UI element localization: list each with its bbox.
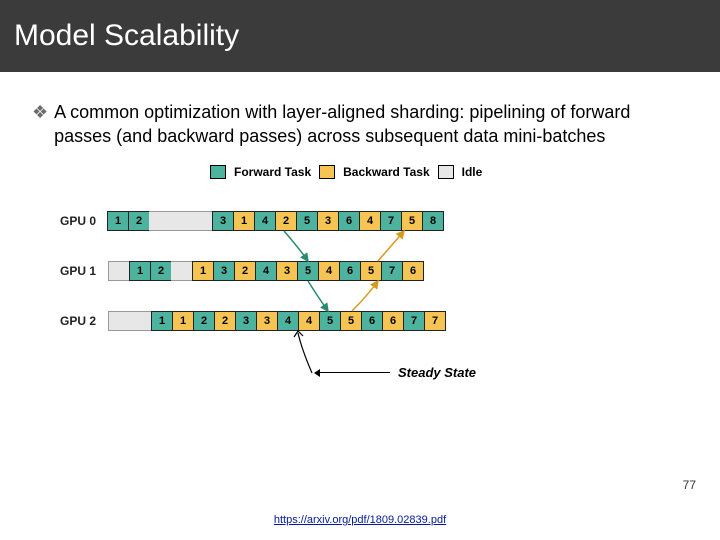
bullet-text: A common optimization with layer-aligned…: [54, 100, 688, 149]
forward-cell: 7: [380, 211, 402, 231]
forward-cell: 2: [128, 211, 150, 231]
backward-cell: 5: [340, 311, 362, 331]
legend-label-forward: Forward Task: [234, 165, 311, 179]
backward-cell: 4: [359, 211, 381, 231]
backward-cell: 2: [214, 311, 236, 331]
forward-cell: 2: [150, 261, 172, 281]
gpu-row-1: GPU 1 1213243546576: [60, 261, 424, 281]
forward-cell: 3: [212, 211, 234, 231]
backward-cell: 2: [234, 261, 256, 281]
forward-cell: 5: [296, 211, 318, 231]
backward-cell: 3: [256, 311, 278, 331]
gpu-cells-2: 11223344556677: [152, 311, 446, 331]
idle-gap: [149, 211, 171, 231]
reference-link[interactable]: https://arxiv.org/pdf/1809.02839.pdf: [274, 514, 446, 526]
forward-cell: 1: [151, 311, 173, 331]
backward-cell: 5: [401, 211, 423, 231]
forward-cell: 1: [129, 261, 151, 281]
forward-cell: 1: [107, 211, 129, 231]
forward-cell: 8: [422, 211, 444, 231]
steady-state-text: Steady State: [398, 365, 476, 380]
slide-title: Model Scalability: [14, 19, 239, 53]
legend-swatch-forward: [210, 165, 226, 179]
backward-cell: 4: [298, 311, 320, 331]
backward-cell: 1: [192, 261, 214, 281]
backward-cell: 6: [382, 311, 404, 331]
backward-cell: 7: [424, 311, 446, 331]
gpu-row-2: GPU 2 11223344556677: [60, 311, 446, 331]
legend-label-backward: Backward Task: [343, 165, 430, 179]
bullet-marker-icon: ❖: [32, 100, 48, 149]
legend-swatch-backward: [319, 165, 335, 179]
backward-cell: 6: [402, 261, 424, 281]
forward-cell: 2: [193, 311, 215, 331]
bullet-item: ❖ A common optimization with layer-align…: [32, 100, 688, 149]
forward-cell: 7: [403, 311, 425, 331]
idle-gap: [171, 261, 193, 281]
forward-cell: 5: [297, 261, 319, 281]
gpu-row-0: GPU 0 1231425364758: [60, 211, 444, 231]
gpu-label-0: GPU 0: [60, 214, 108, 228]
backward-cell: 1: [233, 211, 255, 231]
forward-cell: 4: [255, 261, 277, 281]
idle-gap: [191, 211, 213, 231]
body-text-area: ❖ A common optimization with layer-align…: [0, 72, 720, 155]
backward-cell: 1: [172, 311, 194, 331]
legend-label-idle: Idle: [462, 165, 483, 179]
page-number: 77: [683, 478, 696, 492]
forward-cell: 6: [338, 211, 360, 231]
forward-cell: 5: [319, 311, 341, 331]
gpu-cells-1: 1213243546576: [130, 261, 424, 281]
forward-cell: 4: [254, 211, 276, 231]
slide-header: Model Scalability: [0, 0, 720, 72]
idle-gap: [170, 211, 192, 231]
gpu-label-1: GPU 1: [60, 264, 108, 278]
backward-cell: 3: [317, 211, 339, 231]
gpu-label-2: GPU 2: [60, 314, 108, 328]
backward-cell: 3: [276, 261, 298, 281]
forward-cell: 6: [361, 311, 383, 331]
gpu-cells-0: 1231425364758: [108, 211, 444, 231]
steady-arrow-line: [320, 372, 390, 373]
forward-cell: 3: [235, 311, 257, 331]
backward-cell: 2: [275, 211, 297, 231]
forward-cell: 7: [381, 261, 403, 281]
legend-swatch-idle: [438, 165, 454, 179]
legend: Forward Task Backward Task Idle: [210, 165, 482, 179]
forward-cell: 6: [339, 261, 361, 281]
pipeline-diagram: Forward Task Backward Task Idle GPU 0 12…: [60, 165, 660, 415]
backward-cell: 5: [360, 261, 382, 281]
steady-state-label: Steady State: [320, 365, 476, 380]
forward-cell: 3: [213, 261, 235, 281]
backward-cell: 4: [318, 261, 340, 281]
forward-cell: 4: [277, 311, 299, 331]
idle-lead-1: [108, 261, 130, 281]
idle-lead-2: [108, 311, 152, 331]
